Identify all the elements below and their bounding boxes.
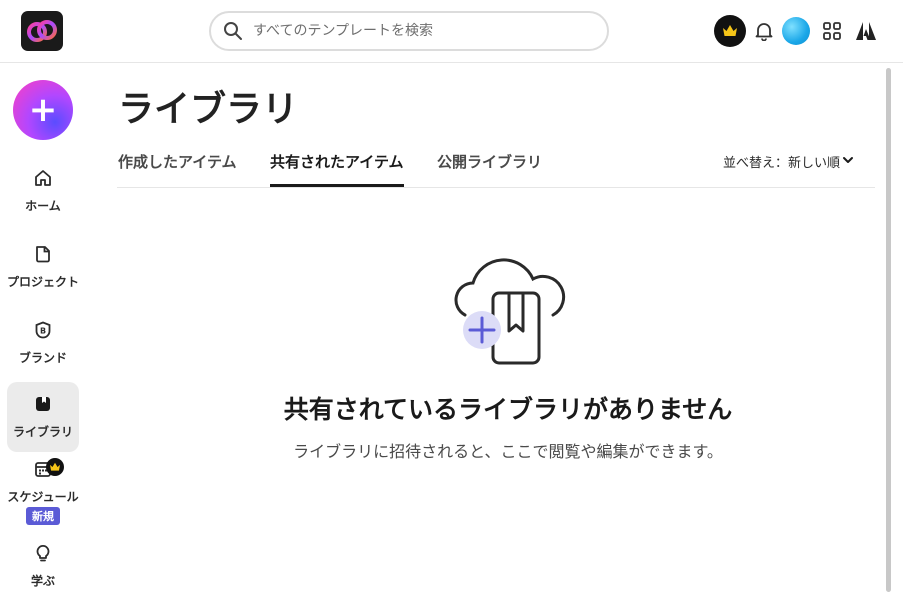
create-new-button[interactable]: + <box>13 80 73 140</box>
chevron-down-icon <box>842 154 854 170</box>
notification-bell-icon[interactable] <box>748 15 780 47</box>
shared-library-cloud-icon <box>445 255 567 365</box>
left-sidebar: + ホーム プロジェクト B ブランド ライブラリ スケジュール 新規 学ぶ <box>0 64 86 594</box>
sort-label: 並べ替え：新しい順 <box>723 156 841 171</box>
library-tabs: 作成したアイテム 共有されたアイテム 公開ライブラリ 並べ替え：新しい順 <box>117 140 875 188</box>
empty-state-title: 共有されているライブラリがありません <box>283 395 733 424</box>
library-icon <box>34 395 52 417</box>
sidebar-item-home[interactable]: ホーム <box>7 156 79 226</box>
sidebar-item-learn[interactable]: 学ぶ <box>7 538 79 594</box>
sidebar-item-projects[interactable]: プロジェクト <box>7 232 79 302</box>
user-avatar[interactable] <box>782 17 810 45</box>
sidebar-item-label: ブランド <box>18 350 67 365</box>
tab-created-items[interactable]: 作成したアイテム <box>118 151 237 187</box>
sidebar-item-label: 学ぶ <box>30 573 55 588</box>
sidebar-item-brand[interactable]: B ブランド <box>7 308 79 378</box>
home-icon <box>34 169 52 191</box>
sidebar-item-schedule[interactable]: スケジュール <box>7 452 79 512</box>
project-file-icon <box>34 245 52 267</box>
creative-cloud-logo-icon[interactable] <box>21 11 63 51</box>
search-input[interactable] <box>253 19 593 43</box>
new-badge: 新規 <box>26 507 60 525</box>
brand-badge-icon: B <box>34 321 52 343</box>
sidebar-item-label: ホーム <box>25 198 61 213</box>
tab-shared-items[interactable]: 共有されたアイテム <box>270 151 404 187</box>
premium-crown-icon[interactable] <box>714 15 746 47</box>
apps-grid-icon[interactable] <box>816 15 848 47</box>
lightbulb-icon <box>34 544 52 566</box>
scrollbar-thumb[interactable] <box>886 68 891 592</box>
search-box[interactable] <box>209 11 609 51</box>
sidebar-item-label: スケジュール <box>7 489 79 504</box>
top-bar <box>0 0 903 63</box>
sidebar-item-label: ライブラリ <box>12 424 73 439</box>
tab-public-library[interactable]: 公開ライブラリ <box>437 151 542 187</box>
sort-dropdown[interactable]: 並べ替え：新しい順 <box>723 152 854 171</box>
svg-text:B: B <box>40 326 46 335</box>
sidebar-item-library[interactable]: ライブラリ <box>7 382 79 452</box>
premium-crown-icon <box>46 458 64 476</box>
adobe-logo-icon[interactable] <box>850 15 882 47</box>
page-title: ライブラリ <box>118 89 299 130</box>
sidebar-item-label: プロジェクト <box>7 274 80 289</box>
empty-state-description: ライブラリに招待されると、ここで閲覧や編集ができます。 <box>293 442 723 461</box>
search-icon <box>223 21 243 45</box>
